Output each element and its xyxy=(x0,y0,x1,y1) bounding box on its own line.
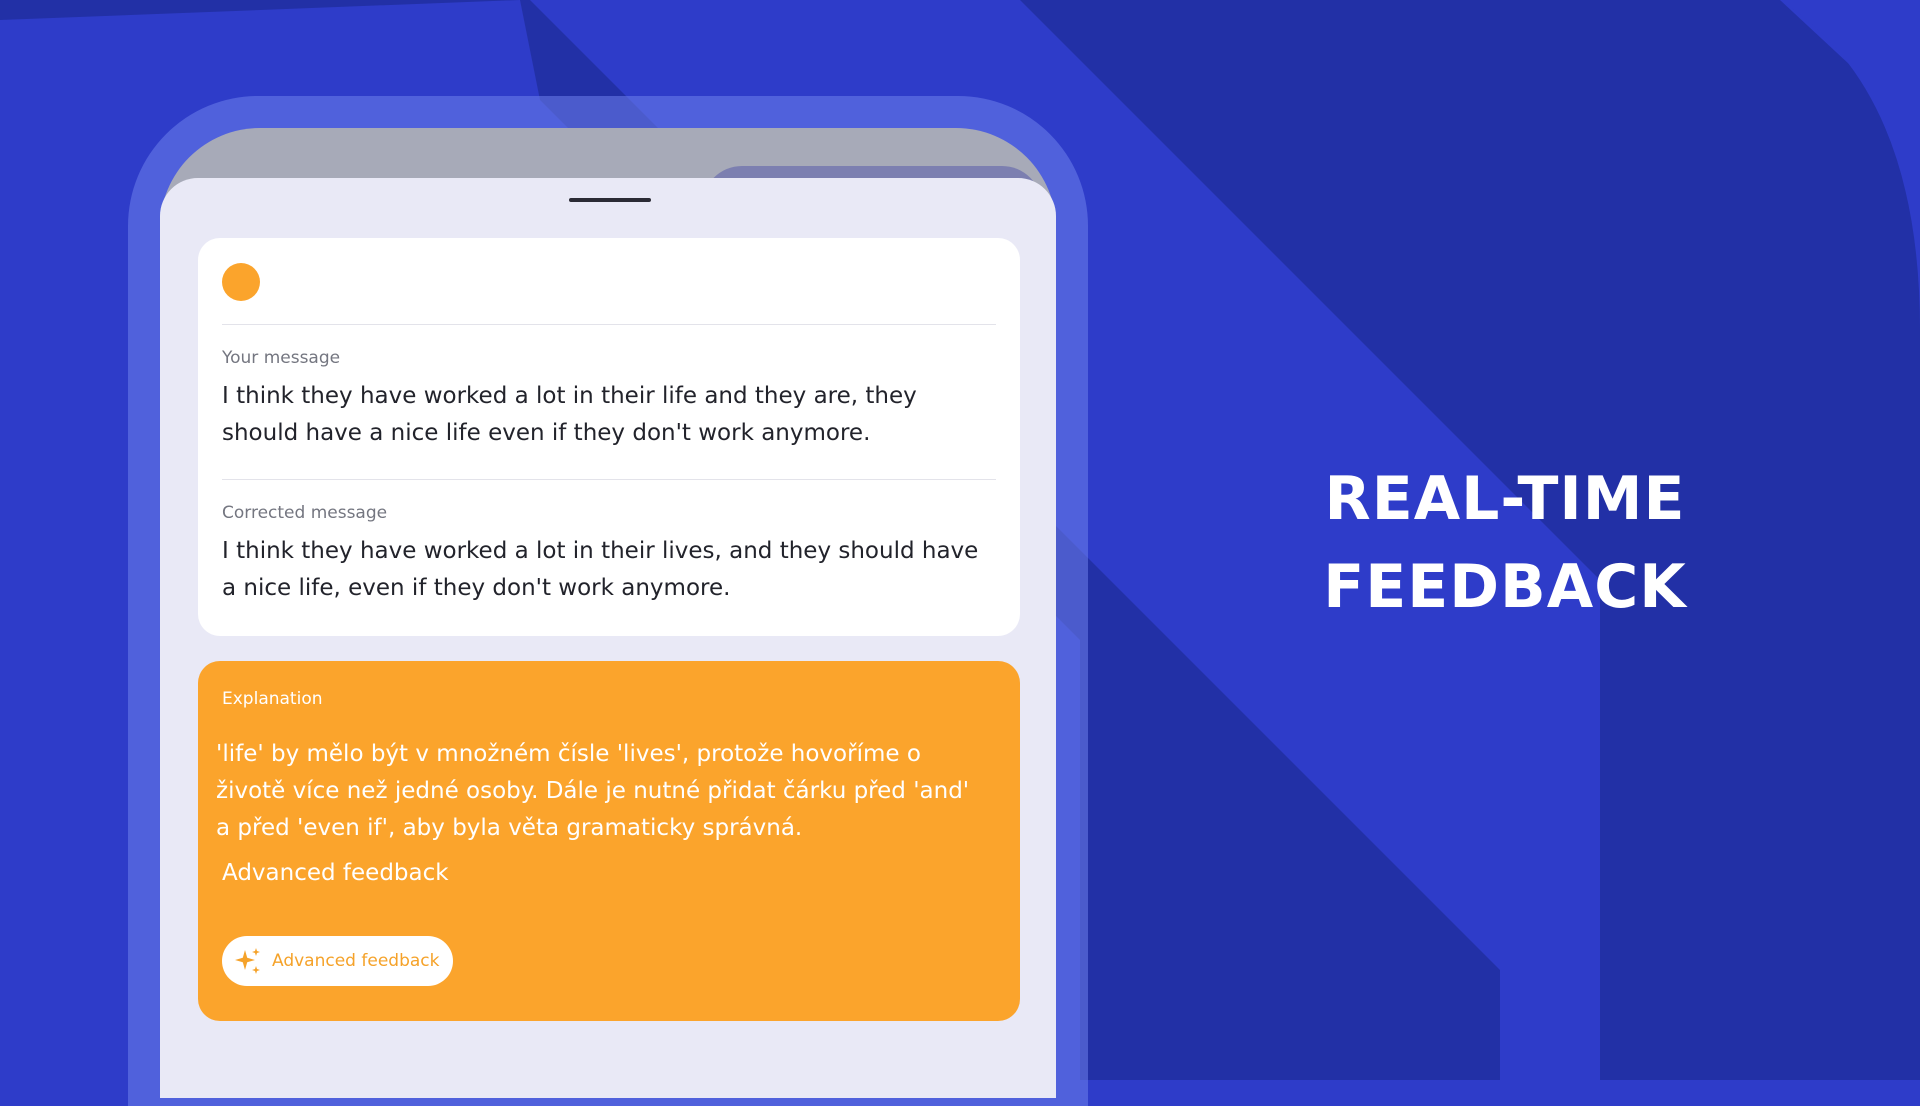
explanation-card: Explanation 'life' by mělo být v množném… xyxy=(198,661,1020,1021)
sparkle-icon xyxy=(235,948,260,974)
explanation-label: Explanation xyxy=(222,689,323,709)
feedback-bottom-sheet: Your message I think they have worked a … xyxy=(160,178,1056,1098)
divider xyxy=(222,479,996,480)
divider xyxy=(222,324,996,325)
your-message-label: Your message xyxy=(222,348,341,368)
headline: REAL-TIME FEEDBACK xyxy=(1290,455,1720,631)
advanced-feedback-button[interactable]: Advanced feedback xyxy=(222,936,454,986)
sheet-drag-handle[interactable] xyxy=(569,198,651,202)
avatar xyxy=(222,263,260,301)
explanation-text: 'life' by mělo být v množném čísle 'live… xyxy=(216,741,970,841)
advanced-feedback-text: Advanced feedback xyxy=(222,860,449,886)
message-card: Your message I think they have worked a … xyxy=(198,238,1020,636)
advanced-feedback-button-label: Advanced feedback xyxy=(272,951,440,971)
your-message-text: I think they have worked a lot in their … xyxy=(222,383,917,446)
corrected-message-text: I think they have worked a lot in their … xyxy=(222,538,979,601)
corrected-message-label: Corrected message xyxy=(222,503,388,523)
headline-line-1: REAL-TIME xyxy=(1324,464,1686,534)
headline-line-2: FEEDBACK xyxy=(1323,552,1687,622)
